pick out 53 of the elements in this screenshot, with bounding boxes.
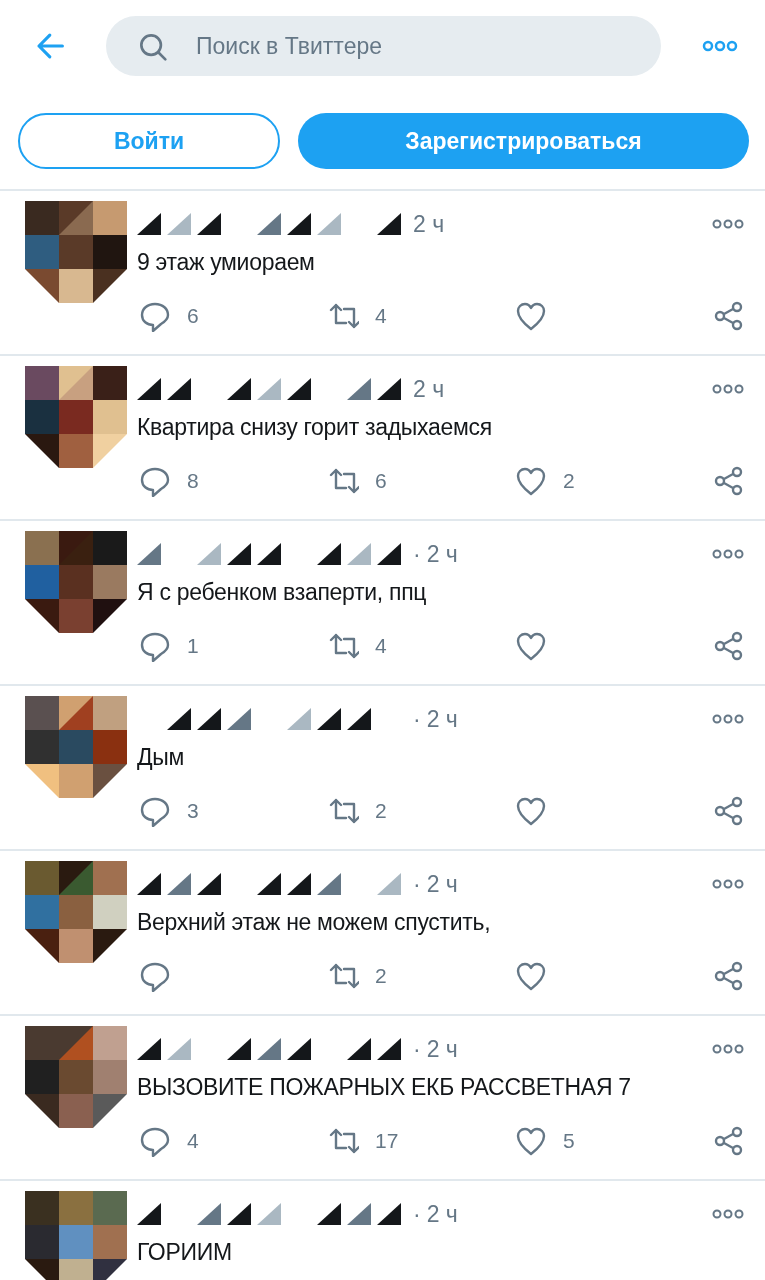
tweet-text: ВЫЗОВИТЕ ПОЖАРНЫХ ЕКБ РАССВЕТНАЯ 7 [137, 1074, 632, 1101]
reply-icon[interactable] [139, 960, 171, 992]
reply-count: 8 [187, 469, 199, 493]
separator-dot: · [413, 540, 421, 568]
separator-dot: · [413, 1200, 421, 1228]
like-count: 5 [563, 1129, 575, 1153]
timestamp: 2 ч [426, 1200, 458, 1228]
like-icon[interactable] [515, 300, 547, 332]
retweet-count: 2 [375, 799, 387, 823]
separator-dot: · [413, 870, 421, 898]
reply-count: 6 [187, 304, 199, 328]
timestamp: 2 ч [413, 375, 445, 403]
tweet-text: Я с ребенком взаперти, ппц [137, 579, 428, 606]
timestamp: 2 ч [426, 870, 458, 898]
like-icon[interactable] [515, 795, 547, 827]
tweet-text: Верхний этаж не можем спустить, [137, 909, 492, 936]
tweet-text: Квартира снизу горит задыхаемся [137, 414, 493, 441]
timestamp: 2 ч [413, 210, 445, 238]
retweet-count: 4 [375, 634, 387, 658]
like-icon[interactable] [515, 465, 547, 497]
share-icon[interactable] [713, 960, 745, 992]
retweet-count: 6 [375, 469, 387, 493]
reply-icon[interactable] [139, 795, 171, 827]
reply-icon[interactable] [139, 300, 171, 332]
separator-dot: · [413, 1035, 421, 1063]
timestamp: 2 ч [426, 540, 458, 568]
retweet-count: 2 [375, 964, 387, 988]
tweet-text: 9 этаж умиораем [137, 249, 316, 276]
timestamp: 2 ч [426, 1035, 458, 1063]
reply-count: 3 [187, 799, 199, 823]
search-field[interactable]: Поиск в Твиттере [106, 16, 661, 76]
reply-icon[interactable] [139, 465, 171, 497]
like-icon[interactable] [515, 630, 547, 662]
tweet-text: ГОРИИМ [137, 1239, 233, 1266]
share-icon[interactable] [713, 795, 745, 827]
retweet-count: 4 [375, 304, 387, 328]
tweet-text: Дым [137, 744, 186, 771]
reply-icon[interactable] [139, 1125, 171, 1157]
reply-count: 1 [187, 634, 199, 658]
retweet-count: 17 [375, 1129, 399, 1153]
like-count: 2 [563, 469, 575, 493]
like-icon[interactable] [515, 960, 547, 992]
like-icon[interactable] [515, 1125, 547, 1157]
share-icon[interactable] [713, 300, 745, 332]
share-icon[interactable] [713, 465, 745, 497]
reply-icon[interactable] [139, 630, 171, 662]
share-icon[interactable] [713, 630, 745, 662]
share-icon[interactable] [713, 1125, 745, 1157]
separator-dot: · [413, 705, 421, 733]
reply-count: 4 [187, 1129, 199, 1153]
signup-button[interactable]: Зарегистрироваться [298, 113, 749, 169]
timestamp: 2 ч [426, 705, 458, 733]
login-button[interactable]: Войти [18, 113, 280, 169]
